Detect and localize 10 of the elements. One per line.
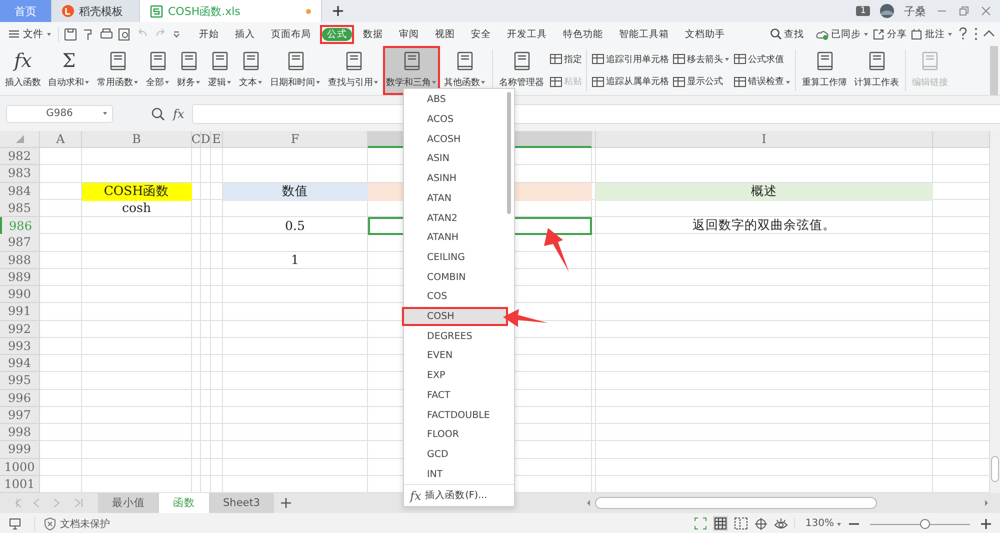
window-count-badge: 1 xyxy=(856,6,870,16)
table-cell-text: 1 xyxy=(290,252,300,269)
table-cell: 数值 xyxy=(223,182,368,200)
table-cell-text: 返回数字的双曲余弦值。 xyxy=(692,217,836,234)
protection-status: 文档未保护 xyxy=(60,518,110,530)
table-cell: 概述 xyxy=(596,182,933,200)
table-cell: COSH函数 xyxy=(82,182,192,200)
table-cell-text: cosh xyxy=(121,200,152,217)
table-cell-text: 0.5 xyxy=(284,217,306,235)
user-name: 子桑 xyxy=(904,4,926,18)
